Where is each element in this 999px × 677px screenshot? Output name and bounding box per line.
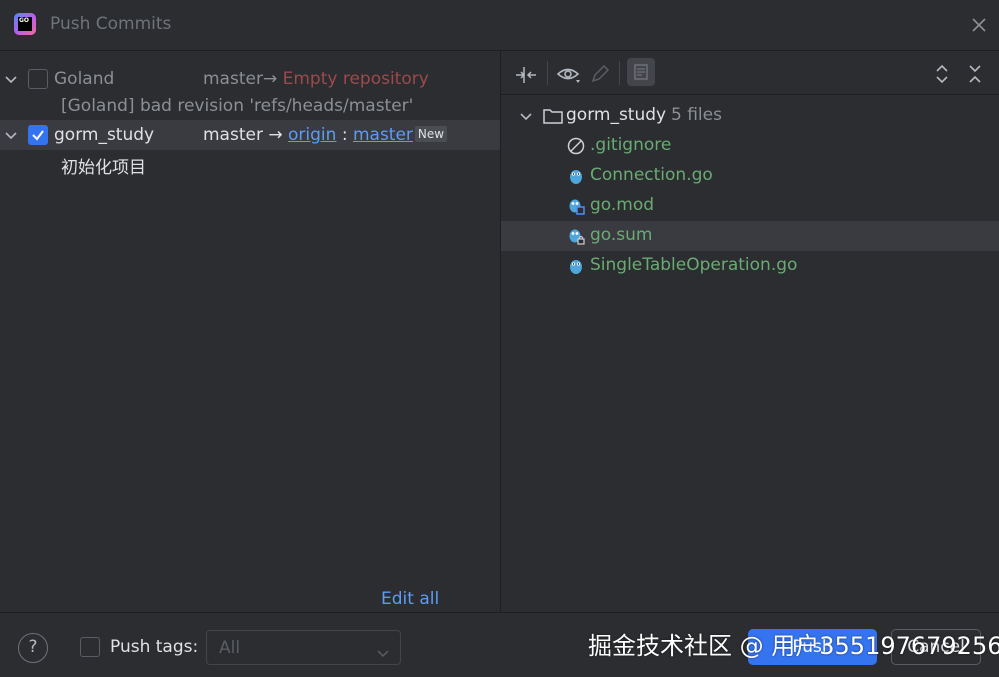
go-sum-icon xyxy=(567,227,585,245)
title-bar: GO Push Commits xyxy=(0,0,999,50)
file-name: go.mod xyxy=(590,195,655,215)
go-mod-icon xyxy=(567,197,585,215)
folder-name: gorm_study xyxy=(566,105,667,125)
tree-file-row[interactable]: SingleTableOperation.go xyxy=(501,251,999,281)
chevron-down-icon[interactable] xyxy=(4,72,18,86)
arrow: → xyxy=(262,69,278,89)
eye-icon[interactable] xyxy=(556,63,580,85)
close-icon[interactable] xyxy=(969,15,989,35)
changes-toolbar xyxy=(501,51,999,95)
gopher-file-icon xyxy=(567,257,585,275)
repo-row-gorm-study[interactable]: gorm_study master → origin : master New xyxy=(0,120,500,150)
edit-icon[interactable] xyxy=(589,63,613,85)
error-message: [Goland] bad revision 'refs/heads/master… xyxy=(61,96,414,116)
repo-row-goland[interactable]: Goland master→ Empty repository xyxy=(0,64,500,94)
push-tags-value: All xyxy=(219,638,241,658)
remote-link[interactable]: origin xyxy=(288,125,336,145)
tree-file-row[interactable]: go.mod xyxy=(501,191,999,221)
expand-all-icon[interactable] xyxy=(931,63,955,85)
collapse-all-icon[interactable] xyxy=(964,63,988,85)
repo-checkbox-gorm-study[interactable] xyxy=(28,125,48,145)
file-name: Connection.go xyxy=(590,165,713,185)
file-count: 5 files xyxy=(671,105,722,125)
separator: : xyxy=(341,125,348,145)
folder-icon xyxy=(543,107,563,125)
toolbar-separator xyxy=(619,61,620,85)
toolbar-separator xyxy=(547,61,548,85)
push-target: master → origin : master New xyxy=(203,125,448,145)
file-name: SingleTableOperation.go xyxy=(590,255,798,275)
repo-checkbox-goland[interactable] xyxy=(28,69,48,89)
empty-repository-status: Empty repository xyxy=(282,69,429,89)
push-tags-label: Push tags: xyxy=(110,637,199,657)
arrow: → xyxy=(268,125,283,145)
push-target: master→ Empty repository xyxy=(203,69,429,89)
source-branch: master xyxy=(203,125,263,145)
file-name: go.sum xyxy=(590,225,653,245)
commit-details-toggle[interactable] xyxy=(627,58,655,86)
push-tags-checkbox[interactable] xyxy=(80,637,100,657)
gopher-file-icon xyxy=(567,167,585,185)
push-tags-select: All xyxy=(206,630,401,665)
window-title: Push Commits xyxy=(50,14,172,34)
new-badge: New xyxy=(414,126,448,142)
tree-file-row[interactable]: .gitignore xyxy=(501,131,999,161)
panel-icon xyxy=(634,64,648,80)
repository-list: Goland master→ Empty repository [Goland]… xyxy=(0,50,500,629)
repo-name: Goland xyxy=(54,69,115,89)
chevron-down-icon xyxy=(377,644,389,663)
tree-file-row[interactable]: Connection.go xyxy=(501,161,999,191)
tree-file-row-selected[interactable]: go.sum xyxy=(501,221,999,251)
commit-message[interactable]: 初始化项目 xyxy=(61,153,146,178)
diff-collapse-icon[interactable] xyxy=(514,63,538,85)
chevron-down-icon[interactable] xyxy=(4,128,18,142)
ignored-file-icon xyxy=(567,137,585,155)
goland-logo-icon: GO xyxy=(14,13,36,35)
help-button[interactable]: ? xyxy=(18,633,48,663)
file-name: .gitignore xyxy=(590,135,672,155)
checkmark-icon xyxy=(32,130,44,141)
changes-pane: gorm_study 5 files .gitignore Connection… xyxy=(501,50,999,612)
source-branch: master xyxy=(203,69,263,89)
tree-folder-row[interactable]: gorm_study 5 files xyxy=(501,101,999,131)
repo-name: gorm_study xyxy=(54,125,155,145)
chevron-down-icon[interactable] xyxy=(519,109,537,127)
remote-branch-link[interactable]: master xyxy=(353,125,413,145)
watermark: 掘金技术社区 @ 用户3551976792564 xyxy=(588,632,999,660)
